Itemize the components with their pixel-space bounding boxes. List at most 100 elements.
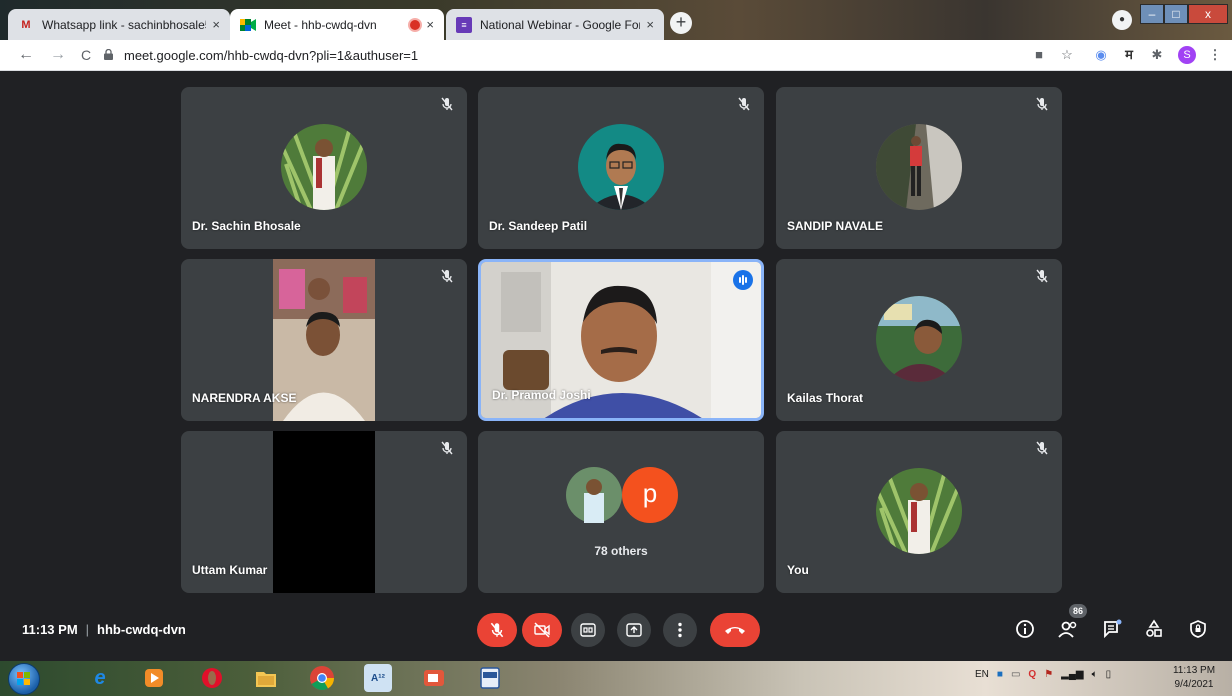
chat-button[interactable]: [1100, 617, 1124, 641]
meeting-code: hhb-cwdq-dvn: [97, 622, 186, 637]
shield-lock-icon: [1190, 620, 1206, 638]
others-avatars: p: [566, 465, 678, 525]
chrome-profile-icon[interactable]: ●: [1112, 10, 1132, 30]
participant-name: SANDIP NAVALE: [787, 219, 884, 233]
host-controls-button[interactable]: [1186, 617, 1210, 641]
tab-title: Whatsapp link - sachinbhosale55: [42, 17, 207, 32]
url-text: meet.google.com/hhb-cwdq-dvn?pli=1&authu…: [124, 48, 419, 63]
tab-whatsapp-link[interactable]: M Whatsapp link - sachinbhosale55 ×: [8, 9, 230, 40]
forward-arrow-icon[interactable]: →: [48, 45, 68, 65]
participant-name: NARENDRA AKSE: [192, 391, 297, 405]
address-bar[interactable]: meet.google.com/hhb-cwdq-dvn?pli=1&authu…: [104, 44, 1024, 67]
meeting-time: 11:13 PM: [22, 622, 78, 637]
internet-explorer-icon[interactable]: e: [86, 664, 114, 692]
extensions-puzzle-icon[interactable]: ✱: [1148, 46, 1166, 64]
leave-call-button[interactable]: [710, 613, 760, 647]
participant-tile[interactable]: SANDIP NAVALE: [776, 87, 1062, 249]
extension-globe-icon[interactable]: ◉: [1092, 46, 1110, 64]
mic-off-icon: [441, 97, 453, 111]
more-options-button[interactable]: [663, 613, 697, 647]
mic-off-icon: [441, 269, 453, 283]
hindi-input-extension-icon[interactable]: म: [1120, 46, 1138, 64]
others-count-label: 78 others: [594, 544, 648, 558]
close-tab-icon[interactable]: ×: [212, 17, 220, 32]
participant-tile[interactable]: NARENDRA AKSE: [181, 259, 467, 421]
participant-avatar: [876, 296, 962, 382]
participant-name: Uttam Kumar: [192, 563, 268, 577]
battery-icon[interactable]: ▯: [1106, 669, 1112, 680]
camera-off-icon: [534, 622, 550, 638]
taskbar-clock[interactable]: 11:13 PM 9/4/2021: [1162, 664, 1226, 692]
meeting-separator: |: [85, 622, 90, 637]
people-icon: [1058, 621, 1077, 638]
more-vert-icon: [678, 622, 682, 638]
mic-off-icon: [1036, 441, 1048, 455]
participant-tile[interactable]: Dr. Sachin Bhosale: [181, 87, 467, 249]
camera-in-use-icon[interactable]: ■: [1030, 46, 1048, 64]
media-player-icon[interactable]: [140, 664, 168, 692]
others-tile[interactable]: p 78 others: [478, 431, 764, 593]
present-now-button[interactable]: [617, 613, 651, 647]
recording-indicator-icon: [410, 19, 421, 30]
participant-avatar: [876, 124, 962, 210]
participant-tile-active-speaker[interactable]: Dr. Pramod Joshi: [478, 259, 764, 421]
close-tab-icon[interactable]: ×: [646, 17, 654, 32]
toggle-camera-button[interactable]: [522, 613, 562, 647]
volume-icon[interactable]: 🔈︎: [1092, 669, 1098, 680]
clock-time: 11:13 PM: [1172, 665, 1216, 676]
opera-browser-icon[interactable]: [198, 664, 226, 692]
participant-video: [273, 431, 375, 593]
participant-tile[interactable]: Uttam Kumar: [181, 431, 467, 593]
participant-tile-self[interactable]: You: [776, 431, 1062, 593]
maximize-icon[interactable]: □: [1164, 4, 1188, 24]
activities-button[interactable]: [1142, 617, 1166, 641]
reload-icon[interactable]: C: [76, 45, 96, 65]
close-tab-icon[interactable]: ×: [426, 17, 434, 32]
windows-logo-icon: [17, 672, 30, 685]
show-everyone-button[interactable]: [1056, 617, 1080, 641]
display-tray-icon[interactable]: ▭: [1011, 669, 1020, 680]
screen-recorder-icon[interactable]: [420, 664, 448, 692]
tab-national-webinar[interactable]: ≡ National Webinar - Google Form ×: [446, 9, 664, 40]
participant-name: You: [787, 563, 809, 577]
antivirus-tray-icon[interactable]: Q: [1028, 669, 1036, 680]
tab-title: Meet - hhb-cwdq-dvn: [264, 17, 377, 32]
info-icon: [1016, 620, 1034, 638]
participant-tile[interactable]: Dr. Sandeep Patil: [478, 87, 764, 249]
tab-meet[interactable]: Meet - hhb-cwdq-dvn ×: [230, 9, 444, 40]
close-window-icon[interactable]: x: [1188, 4, 1228, 24]
bookmark-star-icon[interactable]: ☆: [1058, 46, 1076, 64]
tab-title: National Webinar - Google Form: [480, 17, 641, 32]
profile-avatar[interactable]: S: [1178, 46, 1196, 64]
others-initial-avatar: p: [642, 478, 658, 508]
new-tab-button[interactable]: +: [670, 12, 692, 34]
flag-tray-icon[interactable]: ⚑: [1044, 669, 1053, 680]
forms-icon: ≡: [456, 16, 472, 33]
meeting-details-button[interactable]: [1013, 617, 1037, 641]
activities-shapes-icon: [1146, 619, 1162, 637]
start-button[interactable]: [8, 663, 40, 695]
chrome-browser-icon[interactable]: [308, 664, 336, 692]
meet-icon: [240, 17, 256, 33]
back-arrow-icon[interactable]: ←: [16, 45, 36, 65]
captions-button[interactable]: [571, 613, 605, 647]
math-tool-icon[interactable]: A¹²: [364, 664, 392, 692]
input-language-indicator[interactable]: EN: [975, 669, 989, 680]
file-explorer-icon[interactable]: [252, 664, 280, 692]
windows-taskbar: e A¹² EN ■ ▭ Q ⚑ ▂▄▆ 🔈︎ ▯ 11:13 PM 9/4/2…: [0, 661, 1232, 696]
participant-avatar: [578, 124, 664, 210]
word-processor-icon[interactable]: [476, 664, 504, 692]
toggle-microphone-button[interactable]: [477, 613, 517, 647]
network-tray-icon[interactable]: ■: [997, 669, 1003, 680]
chrome-menu-icon[interactable]: ⋮: [1206, 46, 1224, 64]
minimize-icon[interactable]: –: [1140, 4, 1164, 24]
participant-avatar: [876, 468, 962, 554]
hang-up-phone-icon: [725, 627, 745, 634]
mic-off-icon: [1036, 269, 1048, 283]
window-controls: – □ x: [1140, 4, 1228, 24]
participant-tile[interactable]: Kailas Thorat: [776, 259, 1062, 421]
clock-date: 9/4/2021: [1174, 679, 1214, 690]
browser-toolbar: ← → C meet.google.com/hhb-cwdq-dvn?pli=1…: [0, 40, 1232, 71]
signal-strength-icon[interactable]: ▂▄▆: [1061, 669, 1083, 680]
mic-off-icon: [738, 97, 750, 111]
